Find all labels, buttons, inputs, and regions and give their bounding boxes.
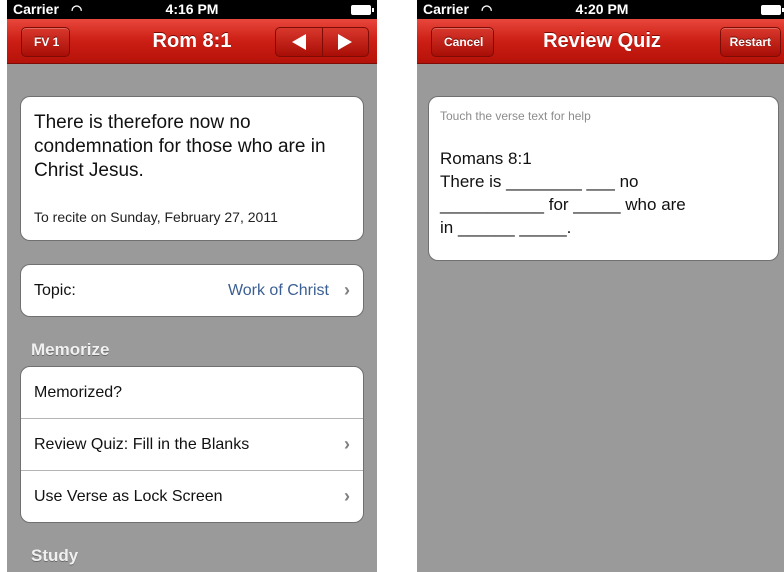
verse-card[interactable]: There is therefore now no condemnation f… xyxy=(20,96,364,241)
chevron-right-icon: › xyxy=(344,280,350,300)
status-time: 4:20 PM xyxy=(575,1,629,17)
topic-row[interactable]: Topic: Work of Christ › xyxy=(21,265,363,316)
list-item-label: Memorized? xyxy=(34,384,123,401)
nav-bar: FV 1 Rom 8:1 xyxy=(7,19,377,64)
list-item-label: Review Quiz: Fill in the Blanks xyxy=(34,436,250,453)
left-arrow-icon xyxy=(291,34,306,50)
restart-button[interactable]: Restart xyxy=(719,27,781,57)
topic-label: Topic: xyxy=(34,282,76,299)
quiz-card[interactable]: Touch the verse text for help Romans 8:1… xyxy=(428,96,779,261)
topic-value: Work of Christ xyxy=(227,282,329,299)
section-header-study: Study xyxy=(31,546,79,565)
topic-group: Topic: Work of Christ › xyxy=(20,264,364,317)
list-item-review-quiz[interactable]: Review Quiz: Fill in the Blanks › xyxy=(21,418,363,470)
list-item-memorized[interactable]: Memorized? xyxy=(21,367,363,418)
battery-icon xyxy=(351,5,374,15)
quiz-hint: Touch the verse text for help xyxy=(440,109,591,123)
list-item-lock-screen[interactable]: Use Verse as Lock Screen › xyxy=(21,470,363,522)
section-header-memorize: Memorize xyxy=(31,340,110,359)
list-item-label: Use Verse as Lock Screen xyxy=(34,488,223,505)
memorize-group: Memorized? Review Quiz: Fill in the Blan… xyxy=(20,366,364,523)
chevron-right-icon: › xyxy=(344,486,350,506)
verse-text: There is therefore now no condemnation f… xyxy=(34,112,326,181)
status-time: 4:16 PM xyxy=(165,1,219,17)
verse-detail-screen: Carrier ◠ 4:16 PM FV 1 Rom 8:1 There is … xyxy=(7,0,377,572)
previous-verse-button[interactable] xyxy=(276,28,322,56)
chevron-right-icon: › xyxy=(344,434,350,454)
status-bar: Carrier ◠ 4:16 PM xyxy=(7,0,377,19)
battery-icon xyxy=(761,5,784,15)
status-bar: Carrier ◠ 4:20 PM xyxy=(417,0,784,19)
recite-date: To recite on Sunday, February 27, 2011 xyxy=(34,209,278,225)
review-quiz-screen: Carrier ◠ 4:20 PM Cancel Review Quiz Res… xyxy=(417,0,784,572)
next-verse-button[interactable] xyxy=(321,28,369,56)
quiz-verse-blanks[interactable]: Romans 8:1 There is ________ ___ no ____… xyxy=(440,147,768,239)
right-arrow-icon xyxy=(338,34,353,50)
nav-bar: Cancel Review Quiz Restart xyxy=(417,19,784,64)
verse-navigation-control xyxy=(275,27,369,57)
